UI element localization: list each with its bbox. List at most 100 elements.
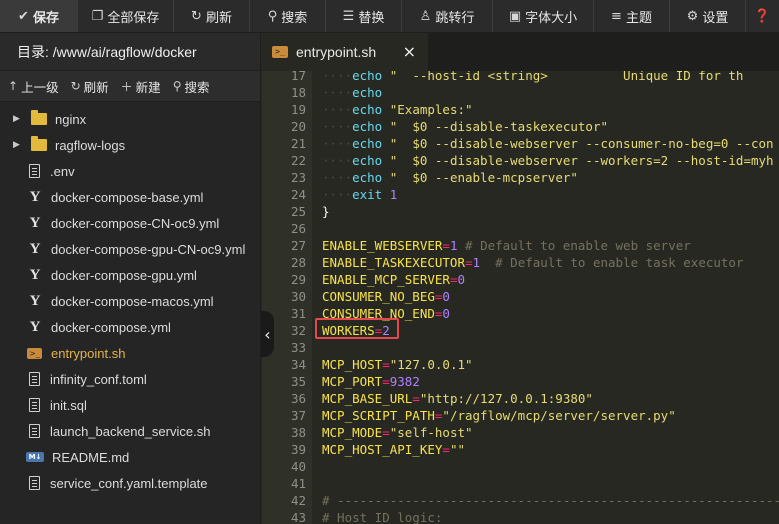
collapse-sidebar-button[interactable]: ‹ xyxy=(261,311,274,357)
code-editor[interactable]: 17 ····echo " --host-id <string> Unique I… xyxy=(262,71,779,524)
file-name: docker-compose-macos.yml xyxy=(51,293,214,309)
file-name: launch_backend_service.sh xyxy=(50,423,211,439)
theme-button[interactable]: ≡ 主题 xyxy=(594,0,670,32)
settings-label: 设置 xyxy=(702,9,729,25)
chevron-right-icon[interactable]: ▶ xyxy=(13,114,27,124)
goto-line-button[interactable]: ♙ 跳转行 xyxy=(402,0,493,32)
file-item[interactable]: Ydocker-compose.yml xyxy=(0,314,260,340)
file-name: service_conf.yaml.template xyxy=(50,475,208,491)
line-number: 40 xyxy=(290,459,306,474)
new-file-button[interactable]: ＋新建 xyxy=(121,77,161,96)
tab-entrypoint[interactable]: >_ entrypoint.sh × xyxy=(262,33,428,71)
sidebar-refresh-button[interactable]: ↻ 刷新 xyxy=(71,77,109,96)
code-text: MCP_MODE="self-host" xyxy=(322,425,473,440)
file-item[interactable]: Ydocker-compose-CN-oc9.yml xyxy=(0,210,260,236)
save-all-button[interactable]: ❐ 全部保存 xyxy=(78,0,174,32)
code-line: 20 ····echo " $0 --disable-taskexecutor" xyxy=(262,118,779,135)
file-name: .env xyxy=(50,163,75,179)
file-name: nginx xyxy=(55,111,87,127)
gear-icon: ⚙ xyxy=(686,8,699,24)
help-button[interactable]: ❓ xyxy=(746,0,779,32)
file-name: entrypoint.sh xyxy=(51,345,126,361)
code-text: MCP_HOST_API_KEY="" xyxy=(322,442,466,457)
code-text: ····echo xyxy=(322,85,383,100)
code-text: ENABLE_MCP_SERVER=0 xyxy=(322,272,465,287)
code-text: } xyxy=(322,204,330,219)
search-button[interactable]: ⚲ 搜索 xyxy=(250,0,326,32)
settings-button[interactable]: ⚙ 设置 xyxy=(670,0,746,32)
file-item[interactable]: Ydocker-compose-base.yml xyxy=(0,184,260,210)
refresh-icon: ↻ xyxy=(191,8,202,24)
shell-file-icon: >_ xyxy=(272,46,288,58)
search-label: 搜索 xyxy=(281,9,308,25)
yaml-file-icon: Y xyxy=(29,318,41,335)
font-size-button[interactable]: ▣ 字体大小 xyxy=(493,0,594,32)
code-text: ····echo " $0 --disable-webserver --work… xyxy=(322,153,774,168)
file-name: infinity_conf.toml xyxy=(50,371,147,387)
refresh-button[interactable]: ↻ 刷新 xyxy=(174,0,250,32)
code-text: ENABLE_WEBSERVER=1 # Default to enable w… xyxy=(322,238,691,253)
line-number: 28 xyxy=(290,255,306,270)
file-item[interactable]: Ydocker-compose-gpu-CN-oc9.yml xyxy=(0,236,260,262)
file-sidebar: 目录: /www/ai/ragflow/docker ↑ 上一级 ↻ 刷新 ＋新建 … xyxy=(0,33,261,524)
code-line: 24 ····exit 1 xyxy=(262,186,779,203)
directory-path: 目录: /www/ai/ragflow/docker xyxy=(0,33,260,71)
file-item[interactable]: infinity_conf.toml xyxy=(0,366,260,392)
code-line: 29 ENABLE_MCP_SERVER=0 xyxy=(262,271,779,288)
file-item[interactable]: >_ entrypoint.sh xyxy=(0,340,260,366)
chevron-right-icon[interactable]: ▶ xyxy=(13,140,27,150)
line-number: 23 xyxy=(290,170,306,185)
line-number: 43 xyxy=(290,510,306,524)
file-item[interactable]: launch_backend_service.sh xyxy=(0,418,260,444)
file-item[interactable]: service_conf.yaml.template xyxy=(0,470,260,496)
code-text: ENABLE_TASKEXECUTOR=1 # Default to enabl… xyxy=(322,255,744,270)
line-number: 42 xyxy=(290,493,306,508)
up-directory-button[interactable]: ↑ 上一级 xyxy=(8,77,59,96)
highlight-box xyxy=(315,318,399,339)
code-text: ····echo " $0 --disable-taskexecutor" xyxy=(322,119,608,134)
code-line: 43 # Host ID logic: xyxy=(262,509,779,524)
code-line: 25} xyxy=(262,203,779,220)
save-button[interactable]: ✔ 保存 xyxy=(0,0,78,32)
font-icon: ▣ xyxy=(508,8,522,24)
replace-button[interactable]: ☰ 替换 xyxy=(326,0,402,32)
code-line: 23 ····echo " $0 --enable-mcpserver" xyxy=(262,169,779,186)
line-number: 26 xyxy=(290,221,306,236)
code-line: 17 ····echo " --host-id <string> Unique I… xyxy=(262,71,779,84)
code-line: 22 ····echo " $0 --disable-webserver --wo… xyxy=(262,152,779,169)
file-item[interactable]: Ydocker-compose-gpu.yml xyxy=(0,262,260,288)
line-number: 17 xyxy=(290,71,306,83)
file-item[interactable]: .env xyxy=(0,158,260,184)
file-item[interactable]: M↓ README.md xyxy=(0,444,260,470)
chevron-left-icon: ‹ xyxy=(264,324,271,344)
up-label: 上一级 xyxy=(21,80,59,95)
code-text: CONSUMER_NO_BEG=0 xyxy=(322,289,450,304)
replace-icon: ☰ xyxy=(342,8,355,24)
markdown-file-icon: M↓ xyxy=(26,452,44,462)
person-icon: ♙ xyxy=(419,8,432,24)
sidebar-search-button[interactable]: ⚲ 搜索 xyxy=(173,77,210,96)
sidebar-actions: ↑ 上一级 ↻ 刷新 ＋新建 ⚲ 搜索 xyxy=(0,71,260,102)
save-all-label: 全部保存 xyxy=(107,9,160,25)
file-item[interactable]: Ydocker-compose-macos.yml xyxy=(0,288,260,314)
line-number: 37 xyxy=(290,408,306,423)
line-number: 36 xyxy=(290,391,306,406)
save-label: 保存 xyxy=(32,9,59,25)
folder-item[interactable]: ▶ ragflow-logs xyxy=(0,132,260,158)
code-line: 28 ENABLE_TASKEXECUTOR=1 # Default to ena… xyxy=(262,254,779,271)
code-text: MCP_BASE_URL="http://127.0.0.1:9380" xyxy=(322,391,593,406)
line-number: 27 xyxy=(290,238,306,253)
check-icon: ✔ xyxy=(18,8,29,24)
line-number: 29 xyxy=(290,272,306,287)
search-icon: ⚲ xyxy=(267,8,278,24)
line-number: 30 xyxy=(290,289,306,304)
close-icon[interactable]: × xyxy=(403,42,416,61)
file-item[interactable]: init.sql xyxy=(0,392,260,418)
code-text: ····echo " --host-id <string> Unique ID … xyxy=(322,71,744,83)
menu-icon: ≡ xyxy=(611,8,622,24)
code-line: 33 xyxy=(262,339,779,356)
folder-item[interactable]: ▶ nginx xyxy=(0,106,260,132)
folder-icon xyxy=(31,110,47,125)
sidebar-search-label: 搜索 xyxy=(184,80,210,95)
top-toolbar: ✔ 保存 ❐ 全部保存 ↻ 刷新 ⚲ 搜索 ☰ 替换 ♙ 跳转行 ▣ 字体大小 ≡ 主题 ⚙ 设置… xyxy=(0,0,779,33)
